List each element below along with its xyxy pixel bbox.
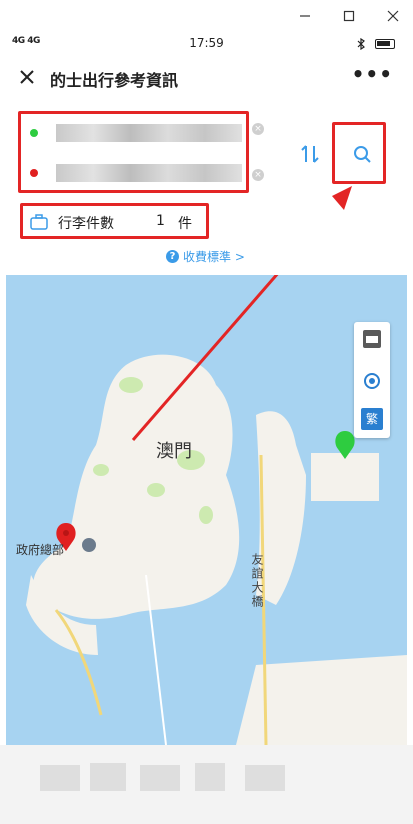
bottom-panel-blurred <box>0 745 413 824</box>
locate-button[interactable] <box>361 370 383 392</box>
status-right-icons <box>357 36 395 50</box>
language-toggle-button[interactable]: 繁 <box>361 408 383 430</box>
taxi-icon <box>363 330 381 348</box>
minimize-icon <box>300 15 310 17</box>
annotation-box-luggage <box>20 203 209 239</box>
map-controls: 繁 <box>354 322 390 438</box>
blurred-item <box>140 765 180 791</box>
swap-button[interactable] <box>296 140 324 168</box>
annotation-box-search <box>332 122 386 184</box>
taxi-stand-button[interactable] <box>361 328 383 350</box>
fee-link-label: 收費標準 > <box>183 250 245 264</box>
page-title: 的士出行參考資訊 <box>50 71 179 90</box>
map-label-government: 政府總部 <box>16 543 65 557</box>
blurred-item <box>195 763 225 791</box>
maximize-button[interactable] <box>334 4 364 28</box>
locate-icon <box>364 373 380 389</box>
map-label-bridge: 友誼大橋 <box>250 553 264 609</box>
status-bar: 4G 4G 17:59 <box>0 32 413 56</box>
battery-icon <box>375 38 395 49</box>
status-time: 17:59 <box>189 36 224 50</box>
window-title-bar <box>0 0 413 32</box>
minimize-button[interactable] <box>290 4 320 28</box>
more-menu-button[interactable]: ••• <box>352 62 393 86</box>
maximize-icon <box>343 10 355 22</box>
bluetooth-icon <box>357 37 366 50</box>
close-icon <box>387 10 399 22</box>
app-header: 的士出行參考資訊 ••• <box>0 56 413 100</box>
blurred-item <box>90 763 126 791</box>
map-label-macau: 澳門 <box>156 441 192 462</box>
window-close-button[interactable] <box>378 4 408 28</box>
help-icon: ? <box>166 250 179 263</box>
blurred-item <box>40 765 80 791</box>
clear-origin-icon[interactable]: × <box>252 123 264 135</box>
close-icon <box>20 70 34 84</box>
swap-icon <box>301 145 319 163</box>
blurred-item <box>245 765 285 791</box>
clear-destination-icon[interactable]: × <box>252 169 264 181</box>
close-page-button[interactable] <box>14 64 40 90</box>
map-canvas <box>26 275 407 745</box>
annotation-box-locations <box>18 111 249 193</box>
fee-standard-link[interactable]: ? 收費標準 > <box>166 248 245 265</box>
map-view[interactable]: 澳門 政府總部 友誼大橋 <box>6 275 407 745</box>
